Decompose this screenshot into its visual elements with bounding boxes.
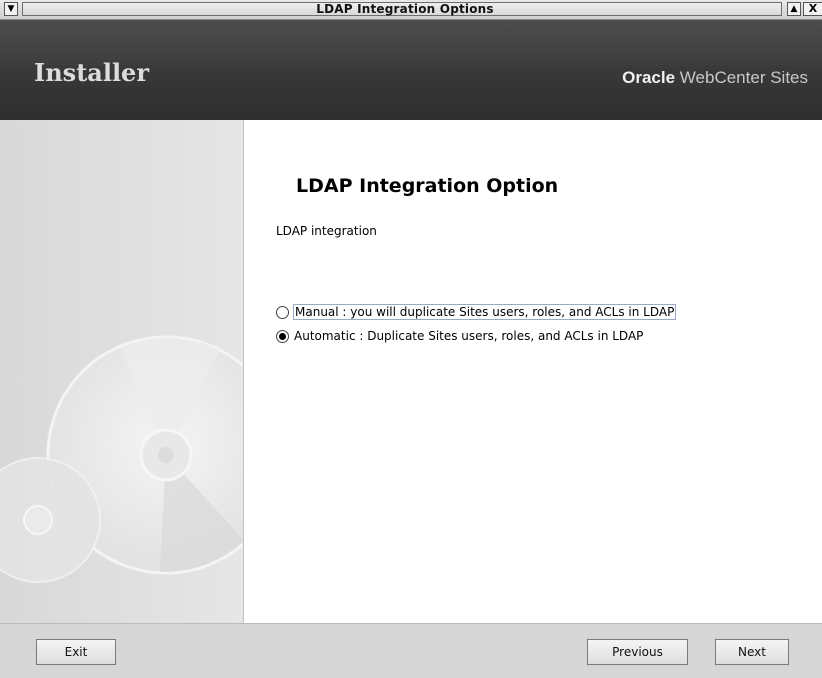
installer-header: Installer Oracle WebCenter Sites	[0, 20, 822, 120]
radio-button-manual[interactable]	[276, 305, 289, 319]
next-button[interactable]: Next	[715, 639, 789, 665]
brand-oracle: Oracle	[622, 68, 676, 87]
footer-bar: Exit Previous Next	[0, 623, 822, 678]
close-button[interactable]: X	[803, 2, 822, 16]
brand-logo: Oracle WebCenter Sites	[622, 68, 808, 88]
radio-option-automatic[interactable]: Automatic : Duplicate Sites users, roles…	[276, 327, 643, 345]
radio-button-automatic[interactable]	[276, 329, 289, 343]
radio-label-automatic[interactable]: Automatic : Duplicate Sites users, roles…	[294, 329, 643, 343]
section-description: LDAP integration	[276, 224, 377, 238]
exit-button[interactable]: Exit	[36, 639, 116, 665]
previous-button[interactable]: Previous	[587, 639, 688, 665]
app-title: Installer	[34, 58, 149, 87]
window-title-bar: ▼ LDAP Integration Options ▲ X	[0, 0, 822, 20]
disc-illustration	[0, 335, 243, 583]
window-title: LDAP Integration Options	[316, 2, 494, 16]
brand-product: WebCenter Sites	[675, 68, 808, 87]
side-decoration-panel	[0, 120, 244, 623]
main-content: LDAP Integration Option LDAP integration…	[244, 120, 822, 623]
page-title: LDAP Integration Option	[296, 175, 559, 197]
radio-option-manual[interactable]: Manual : you will duplicate Sites users,…	[276, 303, 677, 321]
maximize-button[interactable]: ▲	[787, 2, 801, 16]
radio-label-manual[interactable]: Manual : you will duplicate Sites users,…	[292, 304, 677, 320]
